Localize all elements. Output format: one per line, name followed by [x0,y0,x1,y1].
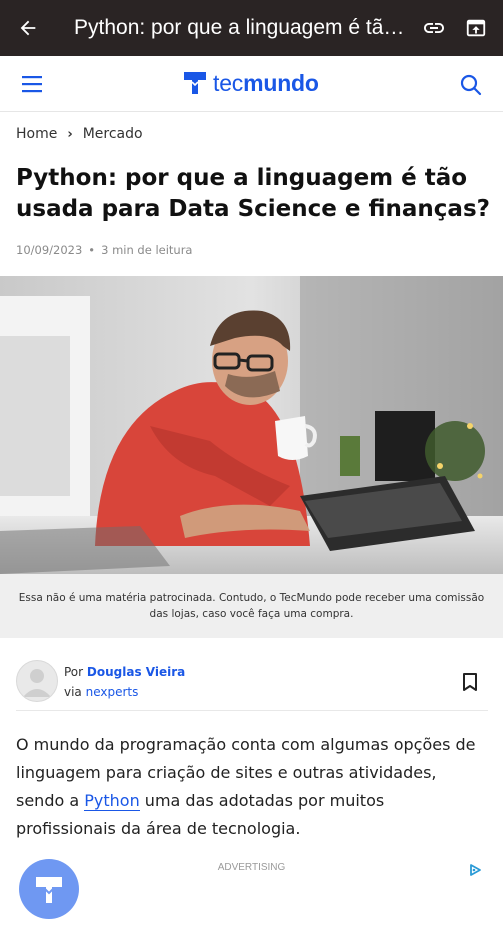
avatar-placeholder-icon [23,669,51,697]
author-block: Por Douglas Vieira via nexperts [16,660,488,711]
sponsored-disclaimer: Essa não é uma matéria patrocinada. Cont… [0,574,503,638]
meta-separator: • [88,243,96,257]
source-line: via nexperts [64,685,138,699]
source-link[interactable]: nexperts [86,685,139,699]
open-in-app-button[interactable] [455,0,497,56]
site-brand: tecmundo [213,69,319,96]
hamburger-menu-icon [22,76,42,93]
article-date: 10/09/2023 [16,243,83,257]
hero-image [0,276,503,574]
search-icon [460,74,482,96]
tecmundo-fab-icon [36,877,62,903]
via-prefix: via [64,685,86,699]
adchoices-button[interactable] [468,862,482,876]
page-title: Python: por que a linguagem é tão usada … [74,16,413,39]
breadcrumb: Home › Mercado [16,126,143,142]
article-meta: 10/09/2023 • 3 min de leitura [16,243,192,257]
browser-top-bar: Python: por que a linguagem é tão usada … [0,0,503,56]
site-header: tecmundo [0,56,503,112]
tecmundo-logo-icon [184,72,206,94]
open-in-app-icon [466,19,486,37]
search-button[interactable] [459,73,483,97]
advertising-label: ADVERTISING [217,862,286,873]
bookmark-icon [463,673,477,691]
chevron-right-icon: › [67,126,73,142]
copy-link-button[interactable] [413,0,455,56]
article-title: Python: por que a linguagem é tão usada … [16,165,490,222]
author-line: Por Douglas Vieira [64,665,185,679]
hero-photo [0,276,503,574]
back-button[interactable] [0,0,56,56]
site-logo[interactable]: tecmundo [183,68,319,98]
menu-button[interactable] [20,73,44,95]
bookmark-button[interactable] [462,672,478,692]
author-prefix: Por [64,665,87,679]
article-read-time: 3 min de leitura [101,243,193,257]
back-arrow-icon [20,20,36,36]
tecmundo-fab-button[interactable] [19,859,79,919]
python-link[interactable]: Python [84,791,140,811]
disclaimer-text: Essa não é uma matéria patrocinada. Cont… [18,592,485,620]
adchoices-icon [470,864,481,876]
breadcrumb-home[interactable]: Home [16,126,57,142]
link-icon [424,23,444,33]
article-body: O mundo da programação conta com algumas… [16,731,488,843]
avatar [16,660,58,702]
author-name-link[interactable]: Douglas Vieira [87,665,185,679]
breadcrumb-section[interactable]: Mercado [83,126,143,142]
